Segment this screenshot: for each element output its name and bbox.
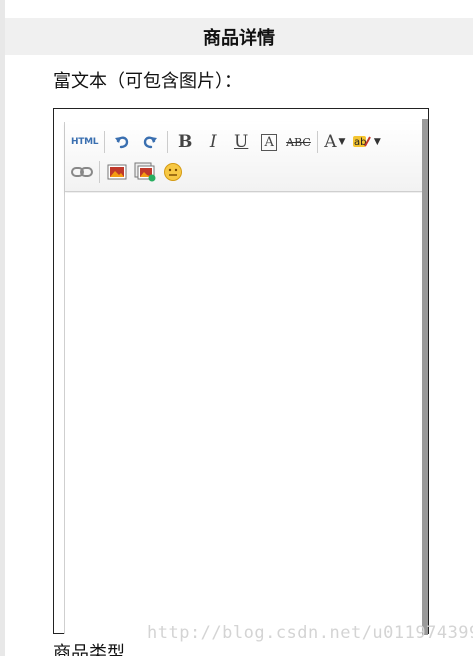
emoticon-button[interactable] xyxy=(162,160,184,184)
editor-content-area[interactable] xyxy=(65,193,422,634)
undo-icon xyxy=(115,136,129,149)
editor-toolbar: HTML B I U A ABC A ▼ ab ▼ xyxy=(65,122,423,192)
toolbar-separator xyxy=(167,131,169,153)
next-field-label: 商品类型 xyxy=(53,643,125,656)
chevron-down-icon: ▼ xyxy=(338,137,346,147)
toolbar-separator xyxy=(99,161,100,183)
font-color-button[interactable]: A ▼ xyxy=(324,130,346,154)
chevron-down-icon: ▼ xyxy=(373,137,381,147)
image-icon xyxy=(107,164,127,180)
link-icon xyxy=(71,167,93,177)
bold-button[interactable]: B xyxy=(174,130,196,154)
toolbar-row-2 xyxy=(71,159,190,185)
highlight-icon: ab xyxy=(352,136,371,148)
toolbar-separator xyxy=(104,131,106,153)
editor-inner: HTML B I U A ABC A ▼ ab ▼ xyxy=(64,122,423,634)
underline-button[interactable]: U xyxy=(230,130,252,154)
undo-button[interactable] xyxy=(111,130,133,154)
font-color-label: A xyxy=(324,132,337,152)
highlight-button[interactable]: ab ▼ xyxy=(352,130,381,154)
font-border-button[interactable]: A xyxy=(258,130,280,154)
strikethrough-button[interactable]: ABC xyxy=(286,130,311,154)
section-title: 商品详情 xyxy=(203,27,275,49)
italic-button[interactable]: I xyxy=(202,130,224,154)
editor-scrollbar[interactable] xyxy=(422,119,428,635)
toolbar-row-1: HTML B I U A ABC A ▼ ab ▼ xyxy=(71,129,387,155)
watermark: http://blog.csdn.net/u011974399 xyxy=(147,623,473,643)
insert-image-icon xyxy=(134,162,156,182)
left-edge xyxy=(0,0,5,656)
html-source-button[interactable]: HTML xyxy=(71,130,98,154)
rich-text-label: 富文本（可包含图片）： xyxy=(53,71,242,92)
section-header: 商品详情 xyxy=(5,18,473,55)
redo-icon xyxy=(143,136,158,149)
emoticon-icon xyxy=(164,163,182,181)
image-button[interactable] xyxy=(106,160,128,184)
svg-text:ab: ab xyxy=(354,137,366,148)
font-border-label: A xyxy=(261,133,278,151)
redo-button[interactable] xyxy=(139,130,161,154)
toolbar-separator xyxy=(316,131,318,153)
link-button[interactable] xyxy=(71,160,93,184)
insert-image-button[interactable] xyxy=(134,160,156,184)
rich-text-editor: HTML B I U A ABC A ▼ ab ▼ xyxy=(53,108,429,635)
